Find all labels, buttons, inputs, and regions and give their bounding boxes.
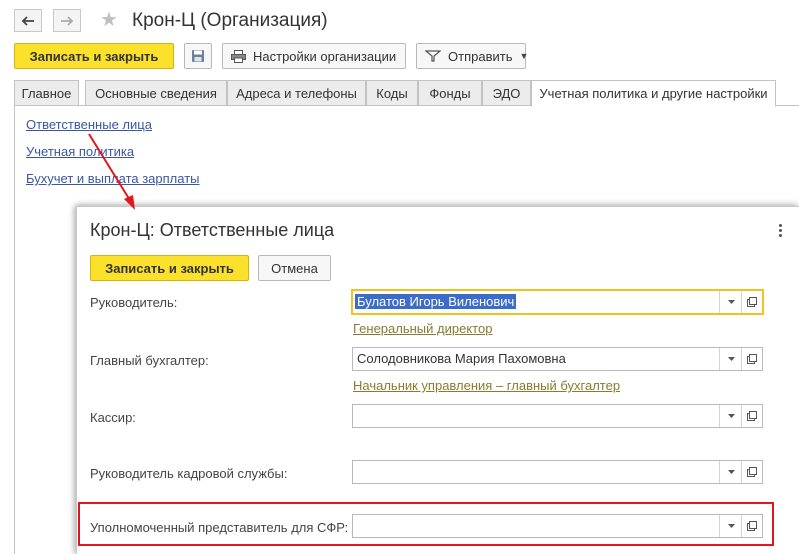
save-and-close-button[interactable]: Записать и закрыть <box>14 43 174 69</box>
tab-label: Коды <box>376 85 408 101</box>
tab-label: Главное <box>21 85 72 101</box>
chevron-down-icon: ▼ <box>519 51 529 61</box>
tab-label: Адреса и телефоны <box>236 85 357 101</box>
dialog-title: Крон-Ц: Ответственные лица <box>90 220 335 240</box>
send-label: Отправить <box>448 48 513 64</box>
organization-settings-label: Настройки организации <box>253 48 397 64</box>
open-icon[interactable] <box>741 461 762 483</box>
tab-label: Основные сведения <box>95 85 217 101</box>
open-icon[interactable] <box>741 405 762 427</box>
tab-main[interactable]: Главное <box>14 80 79 106</box>
chief-accountant-value: Солодовникова Мария Пахомовна <box>357 351 566 366</box>
send-button[interactable]: Отправить ▼ <box>416 43 529 69</box>
open-icon[interactable] <box>741 291 762 313</box>
head-label: Руководитель: <box>90 295 178 310</box>
arrow-left-icon <box>21 15 34 26</box>
tab-label: Учетная политика и другие настройки <box>539 86 768 101</box>
arrow-right-icon <box>61 15 74 26</box>
chevron-down-icon[interactable] <box>719 461 742 483</box>
chevron-down-icon[interactable] <box>719 291 742 313</box>
tab-label: Фонды <box>429 85 471 101</box>
tab-codes[interactable]: Коды <box>366 80 418 106</box>
send-icon <box>425 50 441 62</box>
more-options-icon[interactable] <box>779 224 783 239</box>
tab-divider <box>776 105 799 106</box>
chief-accountant-position-link[interactable]: Начальник управления – главный бухгалтер <box>353 378 620 393</box>
tab-funds[interactable]: Фонды <box>418 80 482 106</box>
cashier-field[interactable] <box>352 404 763 428</box>
tab-addresses-phones[interactable]: Адреса и телефоны <box>227 80 366 106</box>
tab-accounting-policy[interactable]: Учетная политика и другие настройки <box>531 80 776 107</box>
tab-divider <box>14 105 531 106</box>
link-payroll-accounting[interactable]: Бухучет и выплата зарплаты <box>26 171 200 186</box>
head-position-link[interactable]: Генеральный директор <box>353 321 492 336</box>
floppy-disk-icon <box>192 50 204 62</box>
save-button[interactable] <box>184 43 212 69</box>
hr-head-field[interactable] <box>352 460 763 484</box>
panel-border <box>14 106 15 554</box>
tab-basic-info[interactable]: Основные сведения <box>85 80 227 106</box>
red-highlight-box <box>78 502 774 546</box>
back-button[interactable] <box>14 9 42 32</box>
hr-head-label: Руководитель кадровой службы: <box>90 466 288 481</box>
chevron-down-icon[interactable] <box>719 405 742 427</box>
window-title: Крон-Ц (Организация) <box>132 10 328 31</box>
link-responsible-persons[interactable]: Ответственные лица <box>26 117 152 132</box>
tab-label: ЭДО <box>492 85 521 101</box>
dialog-save-and-close-button[interactable]: Записать и закрыть <box>90 255 249 281</box>
open-icon[interactable] <box>741 348 762 370</box>
head-value: Булатов Игорь Виленович <box>355 294 517 309</box>
chief-accountant-label: Главный бухгалтер: <box>90 353 209 368</box>
chief-accountant-field[interactable]: Солодовникова Мария Пахомовна <box>352 347 763 371</box>
cashier-label: Кассир: <box>90 410 136 425</box>
link-accounting-policy[interactable]: Учетная политика <box>26 144 134 159</box>
head-field[interactable]: Булатов Игорь Виленович <box>351 289 764 315</box>
dialog-cancel-button[interactable]: Отмена <box>258 255 331 281</box>
organization-settings-button[interactable]: Настройки организации <box>222 43 406 69</box>
printer-icon <box>231 49 246 63</box>
forward-button[interactable] <box>53 9 81 32</box>
chevron-down-icon[interactable] <box>719 348 742 370</box>
star-icon[interactable]: ★ <box>100 8 118 32</box>
tab-edo[interactable]: ЭДО <box>482 80 531 106</box>
